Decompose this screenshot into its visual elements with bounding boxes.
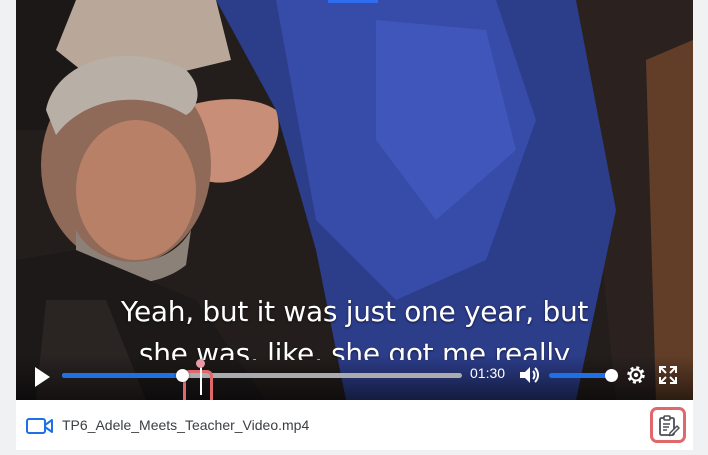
file-name: TP6_Adele_Meets_Teacher_Video.mp4 bbox=[62, 417, 310, 433]
notes-button[interactable] bbox=[650, 407, 686, 443]
video-file-icon bbox=[26, 418, 53, 434]
fullscreen-icon[interactable] bbox=[657, 364, 679, 386]
gear-icon[interactable] bbox=[625, 364, 647, 386]
timeline-marker-dot[interactable] bbox=[196, 359, 205, 368]
volume-icon[interactable] bbox=[518, 363, 540, 387]
current-time: 01:30 bbox=[470, 365, 506, 381]
play-icon[interactable] bbox=[30, 364, 54, 390]
seek-bar-progress bbox=[62, 373, 182, 378]
video-player[interactable]: Yeah, but it was just one year, but she … bbox=[16, 0, 693, 400]
subtitle-line-1: Yeah, but it was just one year, but bbox=[120, 295, 589, 328]
media-viewer: Yeah, but it was just one year, but she … bbox=[0, 0, 708, 455]
volume-slider[interactable] bbox=[549, 369, 618, 382]
seek-bar[interactable] bbox=[62, 359, 462, 400]
volume-slider-thumb[interactable] bbox=[605, 369, 618, 382]
clipboard-edit-icon bbox=[659, 415, 680, 437]
seek-bar-thumb[interactable] bbox=[176, 369, 189, 382]
player-controls: 01:30 bbox=[16, 355, 693, 400]
file-info-bar: TP6_Adele_Meets_Teacher_Video.mp4 bbox=[16, 400, 693, 450]
